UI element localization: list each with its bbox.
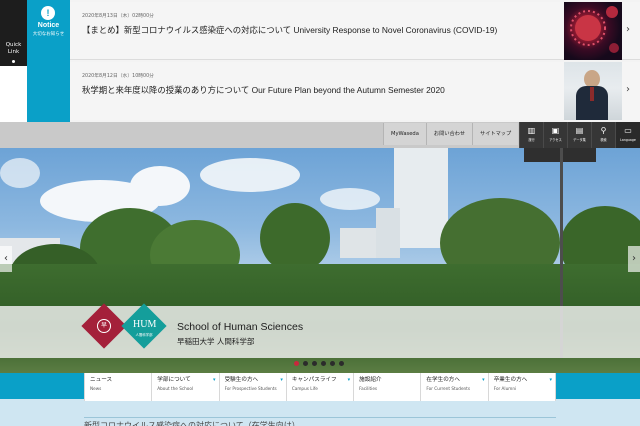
page: Quick Link ! Notice 大切なお知らせ 2020年8月13日（木… [0, 0, 640, 426]
hum-logo-subtext: 人間科学部 [135, 333, 153, 337]
nav-label-jp: 学部について [157, 377, 191, 383]
news-title[interactable]: 【まとめ】新型コロナウイルス感染症への対応について University Res… [82, 24, 497, 36]
quick-link-rail[interactable]: Quick Link [0, 0, 27, 122]
global-navigation: ニュース News 学部について About the School ▾ 受験生の… [84, 373, 556, 401]
important-news-list: 2020年8月13日（木）02時00分 【まとめ】新型コロナウイルス感染症への対… [70, 0, 640, 122]
campus-building [340, 228, 376, 258]
utility-links: MyWaseda お問い合わせ サイトマップ [383, 123, 519, 145]
chat-icon: ▭ [624, 126, 632, 135]
nav-current-students[interactable]: 在学生の方へ For Current Students ▾ [421, 373, 489, 401]
slide-dot[interactable] [303, 361, 308, 366]
chevron-down-icon: ▾ [549, 377, 552, 383]
nav-label-en: For Prospective Students [224, 386, 277, 391]
nav-prospective[interactable]: 受験生の方へ For Prospective Students ▾ [220, 373, 287, 401]
nav-label-jp: ニュース [90, 377, 113, 383]
nav-alumni[interactable]: 卒業生の方へ For Alumni ▾ [489, 373, 556, 401]
notice-title: Notice [37, 22, 60, 29]
nav-campus-life[interactable]: キャンパスライフ Campus Life ▾ [287, 373, 355, 401]
bus-icon: ▣ [551, 126, 560, 135]
language-label: Language [620, 138, 636, 142]
tree [260, 203, 330, 273]
notice-box[interactable]: ! Notice 大切なお知らせ [27, 0, 70, 122]
rail-spacer [0, 66, 27, 122]
utility-icons: ▥ 旅行 ▣ アクセス ▤ データ集 ⚲ 検索 ▭ Language [519, 122, 640, 148]
slide-dot[interactable] [339, 361, 344, 366]
building-icon: ▥ [527, 126, 536, 135]
nav-label-en: For Current Students [426, 386, 471, 391]
nav-label-jp: 在学生の方へ [426, 377, 460, 383]
school-name-en[interactable]: School of Human Sciences [177, 321, 303, 333]
cloud [200, 158, 300, 192]
chart-icon: ▤ [575, 126, 584, 135]
slide-indicators [294, 361, 344, 366]
slide-dot[interactable] [330, 361, 335, 366]
nav-label-jp: キャンパスライフ [291, 377, 337, 383]
next-slide-button[interactable]: › [628, 246, 640, 272]
quick-link-label[interactable]: Quick Link [0, 42, 27, 56]
president-photo [564, 62, 622, 120]
cloud [130, 166, 190, 206]
cloud [320, 188, 380, 210]
chevron-down-icon: ▾ [213, 377, 216, 383]
waseda-seal-icon: 早 [97, 319, 111, 333]
nav-facilities[interactable]: 施設紹介 Facilities [354, 373, 422, 401]
data-button[interactable]: ▤ データ集 [567, 122, 591, 148]
news-item[interactable]: 2020年8月13日（木）02時00分 【まとめ】新型コロナウイルス感染症への対… [70, 2, 640, 60]
news-title[interactable]: 秋学期と来年度以降の授業のあり方について Our Future Plan bey… [82, 84, 445, 96]
headline-peek[interactable]: 新型コロナウイルス感染症への対応について（在学生向け） [84, 417, 556, 426]
language-button[interactable]: ▭ Language [615, 122, 640, 148]
school-name-jp[interactable]: 早稲田大学 人間科学部 [177, 336, 254, 347]
chevron-right-icon[interactable]: › [626, 24, 630, 35]
nav-news[interactable]: ニュース News [84, 373, 153, 401]
sitemap-link[interactable]: サイトマップ [472, 123, 519, 145]
slide-dot[interactable] [321, 361, 326, 366]
prev-slide-button[interactable]: ‹ [0, 246, 12, 272]
news-date: 2020年8月13日（木）02時00分 [82, 14, 154, 19]
notice-subtitle: 大切なお知らせ [32, 32, 65, 37]
slide-dot[interactable] [312, 361, 317, 366]
search-button[interactable]: ⚲ 検索 [591, 122, 615, 148]
nav-label-en: Campus Life [291, 386, 318, 391]
virus-graphic [570, 6, 619, 53]
chevron-down-icon: ▾ [482, 377, 485, 383]
person-tie [590, 87, 594, 101]
chevron-down-icon: ▾ [280, 377, 283, 383]
search-icon: ⚲ [600, 126, 607, 135]
nav-label-jp: 卒業生の方へ [493, 377, 528, 383]
nav-about[interactable]: 学部について About the School ▾ [152, 373, 220, 401]
tower-building [376, 208, 400, 258]
search-label: 検索 [600, 138, 607, 142]
quick-link-dot-icon [12, 60, 15, 63]
exclamation-icon: ! [41, 6, 55, 20]
cloud [0, 158, 40, 188]
nav-label-en: Facilities [359, 386, 378, 391]
nav-label-en: News [90, 386, 102, 391]
nav-label-jp: 受験生の方へ [224, 377, 259, 383]
news-date: 2020年8月12日（水）10時00分 [82, 74, 154, 79]
nav-label-jp: 施設紹介 [359, 377, 382, 383]
news-item[interactable]: 2020年8月12日（水）10時00分 秋学期と来年度以降の授業のあり方について… [70, 62, 640, 120]
contact-link[interactable]: お問い合わせ [425, 123, 473, 145]
chevron-down-icon: ▾ [347, 377, 351, 383]
hum-logo-text: HUM [133, 319, 157, 330]
nav-label-en: For Alumni [493, 386, 517, 391]
access-label: アクセス [549, 138, 562, 142]
virus-image [564, 2, 622, 60]
slide-dot[interactable] [294, 361, 299, 366]
building-button[interactable]: ▥ 旅行 [519, 122, 543, 148]
mywaseda-link[interactable]: MyWaseda [383, 123, 426, 145]
hero-slideshow: ‹ › 早 HUM 人間科学部 School of Human Sciences… [0, 148, 640, 373]
data-label: データ集 [573, 138, 586, 142]
nav-label-en: About the School [157, 386, 194, 391]
tower-building [394, 148, 448, 248]
building-label: 旅行 [528, 138, 535, 142]
chevron-right-icon[interactable]: › [626, 84, 630, 95]
access-button[interactable]: ▣ アクセス [543, 122, 567, 148]
